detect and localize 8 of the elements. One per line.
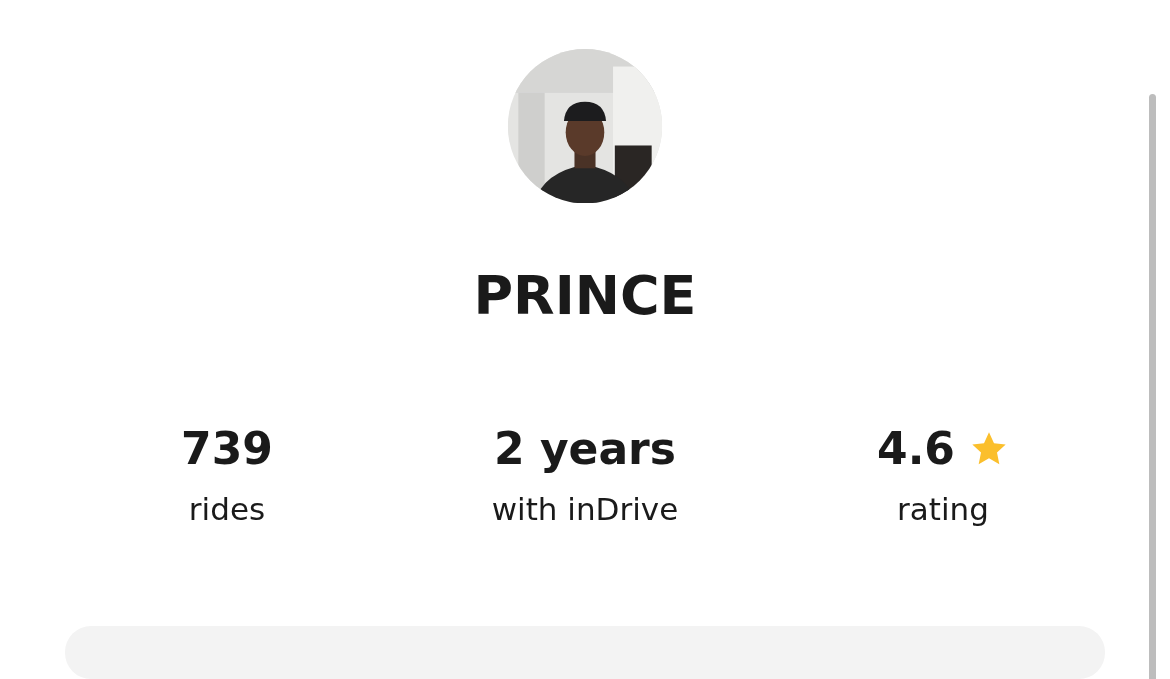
stat-value: 739 xyxy=(181,422,273,477)
scrollbar[interactable] xyxy=(1149,94,1156,679)
stat-value: 2 years xyxy=(493,422,676,477)
stat-label: with inDrive xyxy=(491,490,679,530)
stat-label: rides xyxy=(188,490,266,530)
user-name: PRINCE xyxy=(473,263,697,330)
stat-value: 4.6 xyxy=(877,422,955,477)
stat-label: rating xyxy=(897,490,989,530)
